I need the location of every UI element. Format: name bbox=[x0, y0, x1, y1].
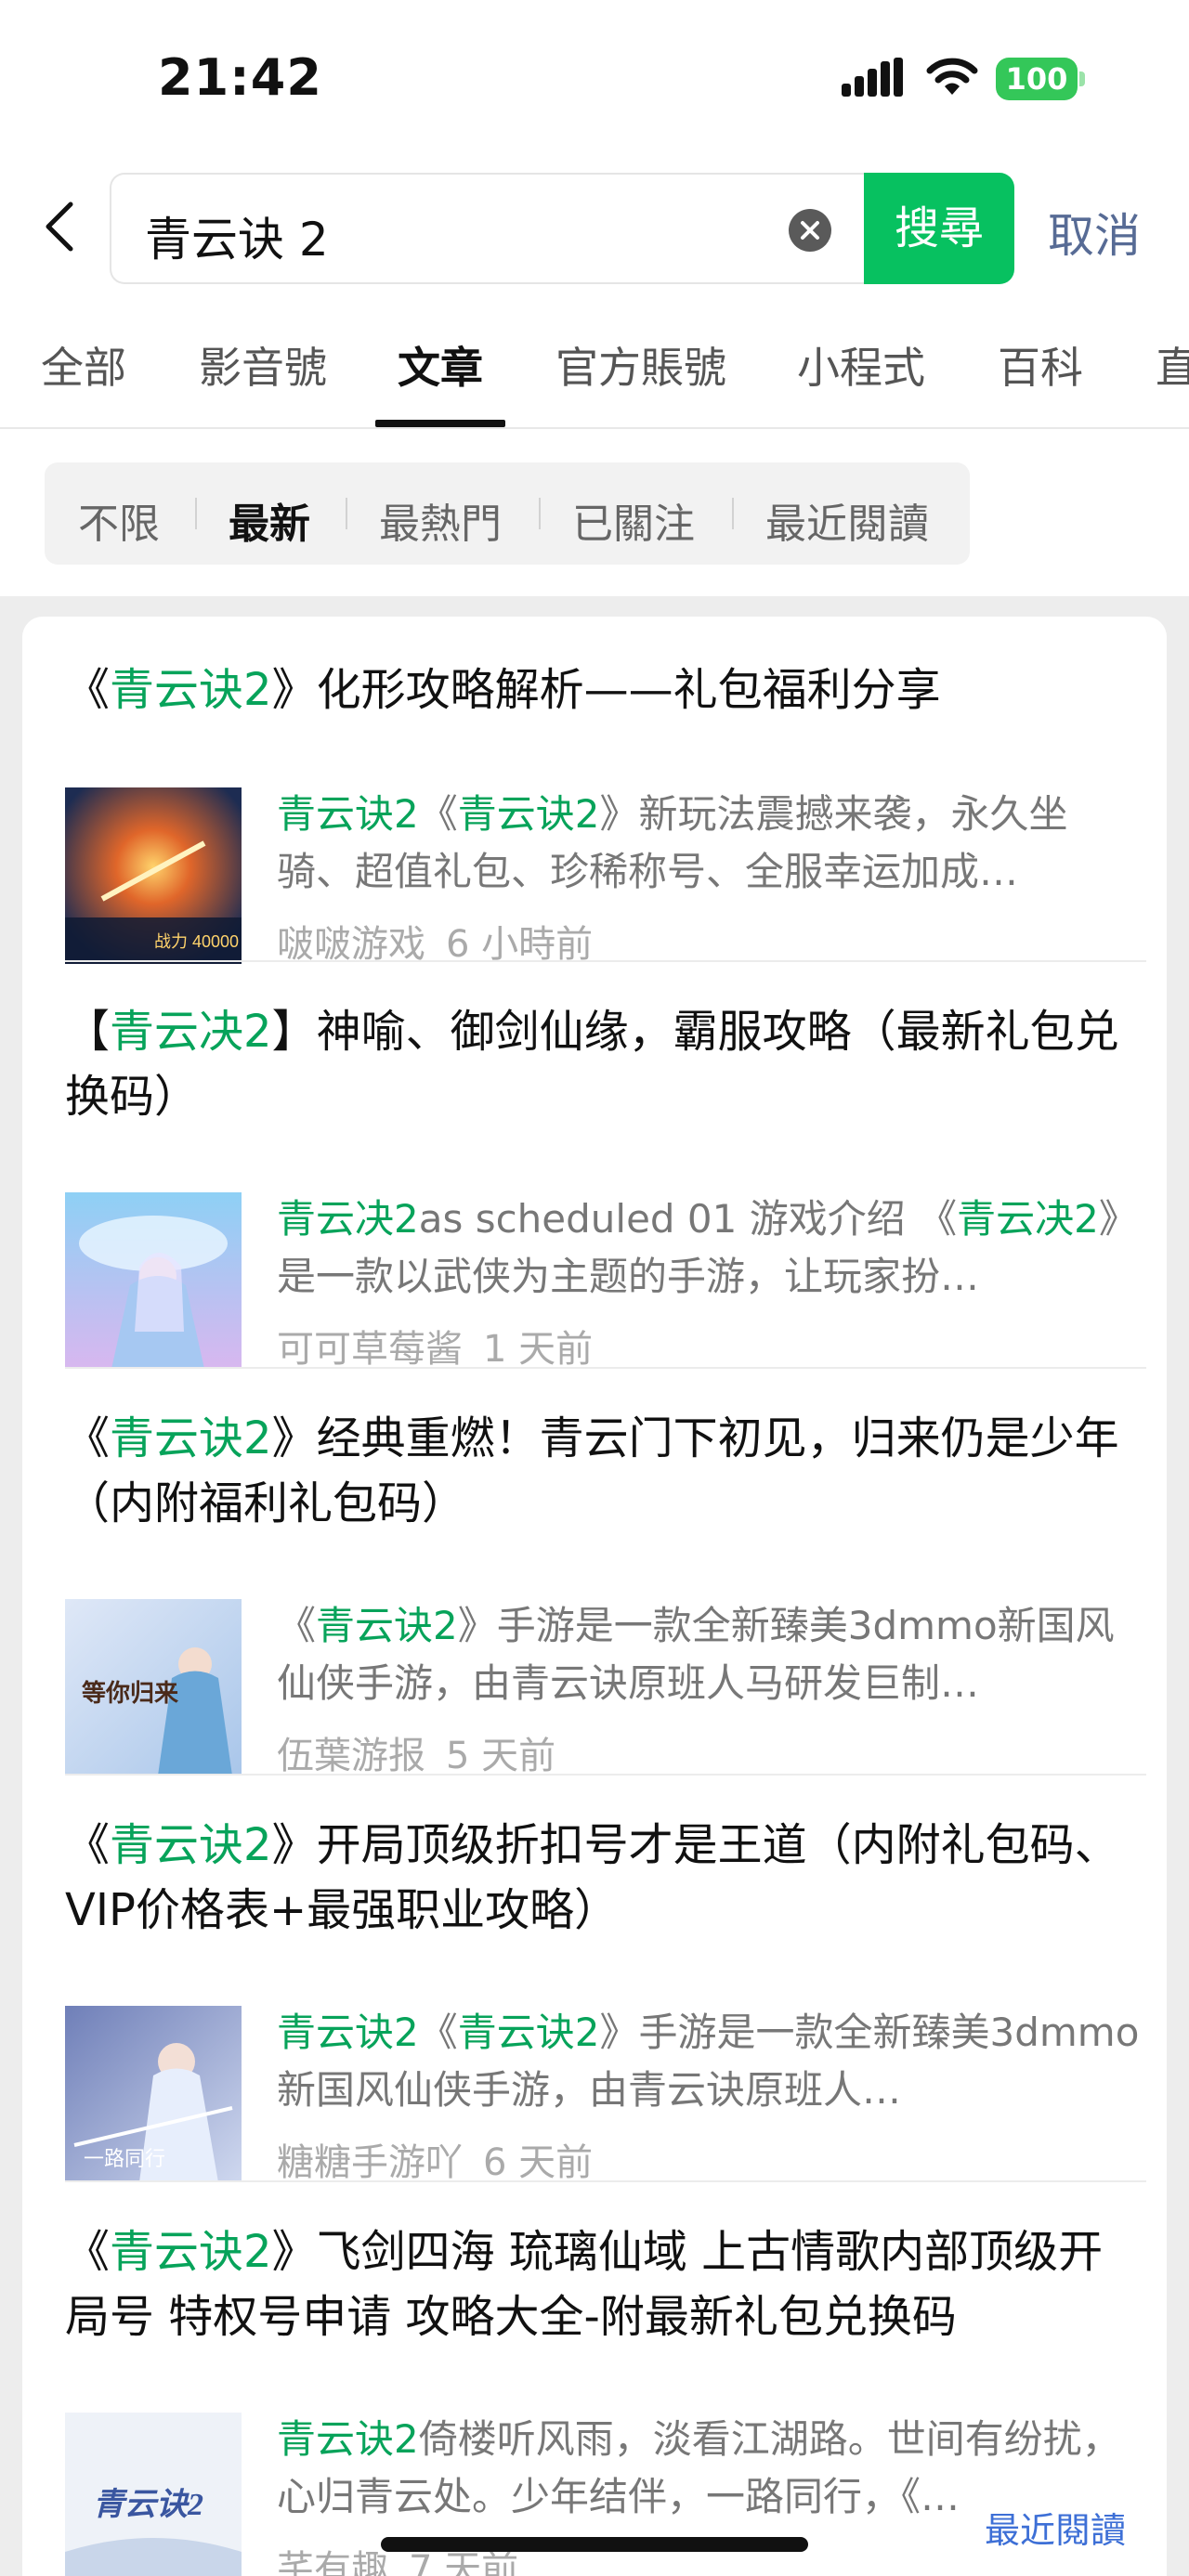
back-chevron-icon[interactable] bbox=[37, 199, 84, 254]
result-title: 《青云诀2》飞剑四海 琉璃仙域 上古情歌内部顶级开局号 特权号申请 攻略大全-附… bbox=[65, 2226, 1104, 2343]
result-time: 6 天前 bbox=[483, 2141, 594, 2184]
tab-mini-programs[interactable]: 小程式 bbox=[797, 334, 925, 396]
result-meta: 糖糖手游吖 6 天前 bbox=[277, 2132, 593, 2186]
filter-bar: 不限 最新 最熱門 已關注 最近閱讀 bbox=[0, 429, 1189, 596]
keyword-highlight: 青云诀2 bbox=[457, 791, 600, 837]
keyword-highlight: 青云诀2 bbox=[110, 1412, 272, 1464]
result-time: 5 天前 bbox=[446, 1735, 556, 1777]
keyword-highlight: 青云诀2 bbox=[277, 2416, 419, 2462]
active-tab-indicator bbox=[375, 420, 505, 427]
result-snippet: 青云诀2《青云诀2》新玩法震撼来袭，永久坐骑、超值礼包、珍稀称号、全服幸运加成… bbox=[277, 791, 1068, 894]
result-title: 【青云决2】神喻、御剑仙缘，霸服攻略（最新礼包兑换码） bbox=[65, 1006, 1119, 1123]
tab-articles[interactable]: 文章 bbox=[398, 334, 483, 396]
keyword-highlight: 青云诀2 bbox=[110, 1819, 272, 1871]
filter-unlimited[interactable]: 不限 bbox=[78, 490, 160, 550]
tab-encyclopedia[interactable]: 百科 bbox=[998, 334, 1083, 396]
results-list: 《青云诀2》化形攻略解析——礼包福利分享 战力 40000 青云诀2《青云诀2》… bbox=[22, 617, 1167, 2576]
result-source: 可可草莓酱 bbox=[277, 1328, 463, 1371]
result-snippet: 《青云诀2》手游是一款全新臻美3dmmo新国风仙侠手游，由青云诀原班人马研发巨制… bbox=[277, 1603, 1115, 1706]
tab-live[interactable]: 直 bbox=[1156, 334, 1189, 396]
result-snippet: 青云决2as scheduled 01 游戏介绍 《青云决2》是一款以武侠为主题… bbox=[277, 1196, 1138, 1299]
result-source: 芊有趣 bbox=[277, 2548, 388, 2576]
svg-text:等你归来: 等你归来 bbox=[82, 1679, 179, 1707]
filter-latest[interactable]: 最新 bbox=[229, 490, 310, 550]
result-source: 伍葉游报 bbox=[277, 1735, 425, 1777]
svg-text:青云诀2: 青云诀2 bbox=[93, 2487, 203, 2522]
result-meta: 可可草莓酱 1 天前 bbox=[277, 1319, 593, 1373]
svg-text:一路同行: 一路同行 bbox=[84, 2147, 165, 2170]
result-thumbnail: 一路同行 bbox=[65, 2006, 242, 2182]
search-input[interactable]: 青云诀 2 bbox=[110, 173, 864, 284]
recently-read-button[interactable]: 最近閱讀 bbox=[985, 2502, 1126, 2553]
result-title: 《青云诀2》化形攻略解析——礼包福利分享 bbox=[65, 664, 941, 716]
search-bar: 青云诀 2 搜尋 取消 bbox=[0, 158, 1189, 297]
result-meta: 伍葉游报 5 天前 bbox=[277, 1725, 555, 1779]
tab-channels[interactable]: 影音號 bbox=[199, 334, 327, 396]
result-thumbnail bbox=[65, 1192, 242, 1369]
status-bar: 21:42 100 bbox=[0, 0, 1189, 158]
search-button[interactable]: 搜尋 bbox=[864, 173, 1014, 284]
result-thumbnail: 战力 40000 bbox=[65, 787, 242, 964]
keyword-highlight: 青云诀2 bbox=[277, 2010, 419, 2055]
result-title: 《青云诀2》经典重燃！青云门下初见，归来仍是少年（内附福利礼包码） bbox=[65, 1412, 1119, 1529]
keyword-highlight: 青云决2 bbox=[277, 1196, 419, 1242]
home-indicator[interactable] bbox=[381, 2537, 808, 2552]
keyword-highlight: 青云诀2 bbox=[110, 664, 272, 716]
filter-recently-read[interactable]: 最近閱讀 bbox=[765, 490, 929, 550]
tab-all[interactable]: 全部 bbox=[41, 334, 126, 396]
sort-filter-group: 不限 最新 最熱門 已關注 最近閱讀 bbox=[45, 462, 970, 565]
result-time: 1 天前 bbox=[483, 1328, 594, 1371]
filter-hottest[interactable]: 最熱門 bbox=[379, 490, 502, 550]
result-title: 《青云诀2》开局顶级折扣号才是王道（内附礼包码、VIP价格表+最强职业攻略） bbox=[65, 1819, 1119, 1936]
result-thumbnail: 青云诀2 bbox=[65, 2413, 242, 2576]
keyword-highlight: 青云诀2 bbox=[457, 2010, 600, 2055]
battery-icon: 100 bbox=[996, 58, 1085, 100]
keyword-highlight: 青云决2 bbox=[110, 1006, 272, 1058]
result-thumbnail: 等你归来 bbox=[65, 1599, 242, 1776]
battery-level: 100 bbox=[996, 58, 1078, 100]
filter-followed[interactable]: 已關注 bbox=[572, 490, 695, 550]
cellular-signal-icon bbox=[842, 58, 903, 97]
result-snippet: 青云诀2《青云诀2》手游是一款全新臻美3dmmo新国风仙侠手游，由青云诀原班人… bbox=[277, 2010, 1140, 2113]
keyword-highlight: 青云诀2 bbox=[316, 1603, 458, 1648]
status-time: 21:42 bbox=[158, 48, 322, 107]
clear-search-icon[interactable] bbox=[788, 208, 832, 253]
cancel-button[interactable]: 取消 bbox=[1048, 199, 1141, 266]
result-time: 7 天前 bbox=[409, 2548, 519, 2576]
keyword-highlight: 青云诀2 bbox=[277, 791, 419, 837]
result-source: 糖糖手游吖 bbox=[277, 2141, 463, 2184]
category-tabs: 全部 影音號 文章 官方賬號 小程式 百科 直 bbox=[0, 297, 1189, 429]
wifi-icon bbox=[926, 58, 978, 95]
search-query-text: 青云诀 2 bbox=[145, 213, 329, 267]
svg-text:战力 40000: 战力 40000 bbox=[154, 932, 239, 951]
tab-official-accounts[interactable]: 官方賬號 bbox=[555, 334, 726, 396]
keyword-highlight: 青云决2 bbox=[957, 1196, 1099, 1242]
keyword-highlight: 青云诀2 bbox=[110, 2226, 272, 2278]
